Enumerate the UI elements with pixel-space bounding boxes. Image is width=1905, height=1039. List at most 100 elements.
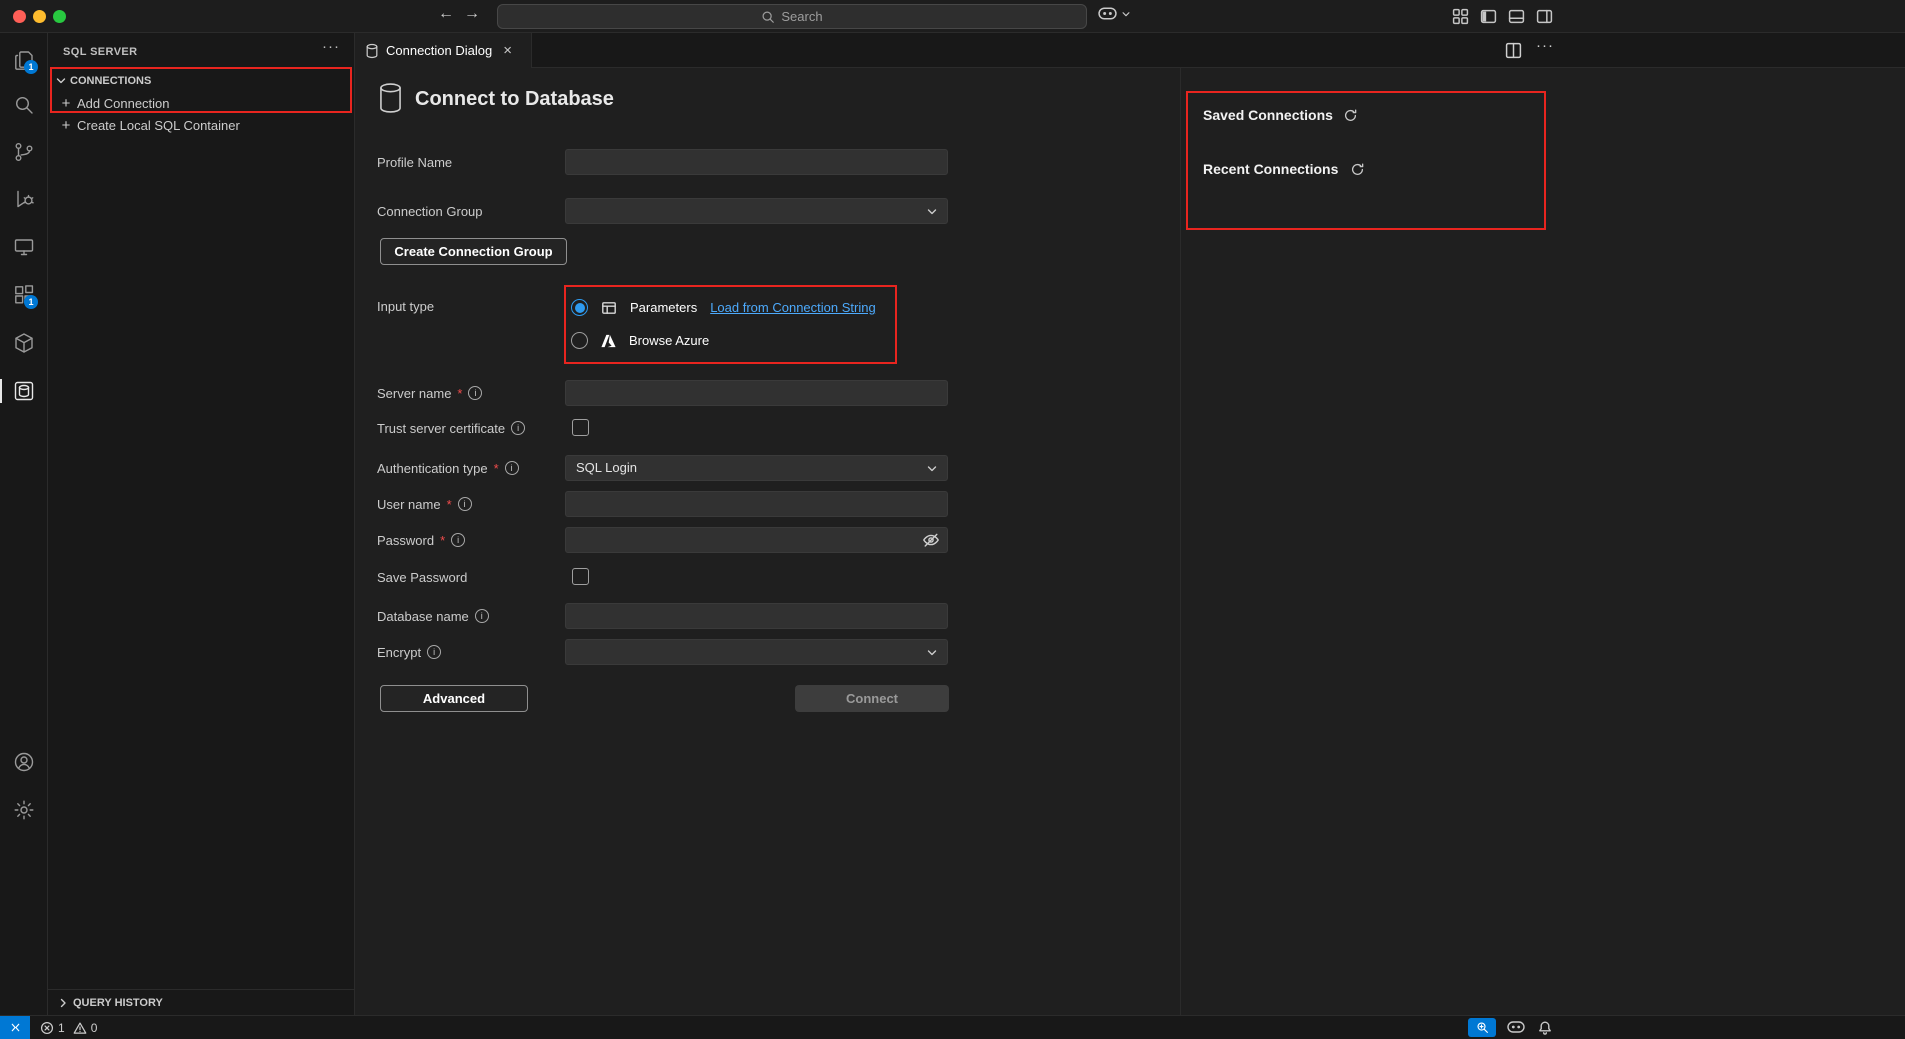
- load-from-connection-string-link[interactable]: Load from Connection String: [710, 300, 875, 315]
- error-icon: [40, 1021, 54, 1035]
- macos-minimize-button[interactable]: [33, 10, 46, 23]
- browse-azure-label: Browse Azure: [629, 333, 709, 348]
- editor-tab-bar: Connection Dialog × ···: [355, 33, 1905, 68]
- zoom-status-button[interactable]: [1468, 1018, 1496, 1037]
- add-connection-item[interactable]: + Add Connection: [48, 92, 354, 114]
- containers-icon[interactable]: [12, 331, 36, 355]
- chevron-down-icon: [926, 463, 938, 475]
- warning-icon: [73, 1021, 87, 1035]
- accounts-icon[interactable]: [12, 750, 36, 774]
- macos-zoom-button[interactable]: [53, 10, 66, 23]
- authentication-type-label: Authentication type* i: [377, 460, 519, 476]
- parameters-icon: [601, 300, 617, 316]
- password-input[interactable]: [565, 527, 948, 553]
- input-type-browse-azure-option[interactable]: Browse Azure: [571, 332, 709, 349]
- sql-server-sidebar: SQL SERVER ··· CONNECTIONS + Add Connect…: [48, 33, 355, 1015]
- split-editor-icon[interactable]: [1505, 42, 1522, 59]
- copilot-icon: [1098, 7, 1117, 20]
- server-name-input[interactable]: [565, 380, 948, 406]
- save-password-label: Save Password: [377, 569, 467, 585]
- advanced-button[interactable]: Advanced: [380, 685, 528, 712]
- run-debug-icon[interactable]: [12, 187, 36, 211]
- authentication-type-dropdown[interactable]: SQL Login: [565, 455, 948, 481]
- connection-group-dropdown[interactable]: [565, 198, 948, 224]
- info-icon[interactable]: i: [511, 421, 525, 435]
- toggle-panel-icon[interactable]: [1508, 8, 1525, 25]
- nav-back-button[interactable]: ←: [438, 5, 454, 23]
- refresh-recent-connections-icon[interactable]: [1350, 162, 1365, 177]
- profile-name-input[interactable]: [565, 149, 948, 175]
- info-icon[interactable]: i: [458, 497, 472, 511]
- problems-status-button[interactable]: 1 0: [40, 1016, 97, 1039]
- extensions-badge: 1: [24, 295, 38, 309]
- input-type-parameters-option[interactable]: Parameters Load from Connection String: [571, 299, 876, 316]
- copilot-menu-button[interactable]: [1098, 7, 1131, 20]
- source-control-icon[interactable]: [12, 140, 36, 164]
- save-password-checkbox[interactable]: [572, 568, 589, 585]
- sidebar-more-actions-button[interactable]: ···: [322, 38, 340, 55]
- database-tab-icon: [365, 43, 379, 59]
- profile-name-label: Profile Name: [377, 154, 452, 170]
- trust-server-certificate-label: Trust server certificate i: [377, 420, 525, 436]
- panel-divider: [1180, 68, 1181, 1015]
- settings-gear-icon[interactable]: [12, 798, 36, 822]
- command-center-search[interactable]: Search: [497, 4, 1087, 29]
- refresh-saved-connections-icon[interactable]: [1343, 108, 1358, 123]
- chevron-right-icon: [57, 997, 69, 1009]
- search-icon: [761, 10, 775, 24]
- sql-server-view-icon[interactable]: [12, 379, 36, 403]
- editor-more-actions-button[interactable]: ···: [1536, 37, 1554, 54]
- customize-layout-icon[interactable]: [1452, 8, 1469, 25]
- activity-bar: 1 1: [0, 33, 48, 1015]
- user-name-input[interactable]: [565, 491, 948, 517]
- query-history-section-header[interactable]: QUERY HISTORY: [48, 989, 354, 1015]
- connect-button[interactable]: Connect: [795, 685, 949, 712]
- info-icon[interactable]: i: [451, 533, 465, 547]
- parameters-label: Parameters: [630, 300, 697, 315]
- trust-server-certificate-checkbox[interactable]: [572, 419, 589, 436]
- active-view-indicator: [0, 379, 2, 403]
- tab-connection-dialog[interactable]: Connection Dialog ×: [355, 33, 532, 68]
- create-local-sql-container-item[interactable]: + Create Local SQL Container: [48, 114, 354, 136]
- database-name-input[interactable]: [565, 603, 948, 629]
- tab-label: Connection Dialog: [386, 43, 492, 58]
- azure-icon: [600, 333, 617, 349]
- tab-close-icon[interactable]: ×: [503, 42, 512, 59]
- plus-icon: +: [59, 95, 73, 112]
- warning-count: 0: [91, 1021, 98, 1035]
- dialog-title: Connect to Database: [415, 88, 614, 111]
- connections-section-header[interactable]: CONNECTIONS: [48, 70, 354, 92]
- database-name-label: Database name i: [377, 608, 489, 624]
- add-connection-label: Add Connection: [77, 96, 170, 111]
- connections-section-label: CONNECTIONS: [70, 75, 151, 87]
- info-icon[interactable]: i: [468, 386, 482, 400]
- info-icon[interactable]: i: [475, 609, 489, 623]
- toggle-password-visibility-icon[interactable]: [922, 531, 940, 549]
- create-connection-group-button[interactable]: Create Connection Group: [380, 238, 567, 265]
- connection-dialog-webview: Connect to Database Profile Name Connect…: [355, 68, 1905, 1015]
- info-icon[interactable]: i: [505, 461, 519, 475]
- create-local-sql-container-label: Create Local SQL Container: [77, 118, 240, 133]
- toggle-secondary-sidebar-icon[interactable]: [1536, 8, 1553, 25]
- chevron-down-icon: [1121, 9, 1131, 19]
- remote-explorer-icon[interactable]: [12, 235, 36, 259]
- remote-indicator-button[interactable]: [0, 1016, 30, 1039]
- browse-azure-radio[interactable]: [571, 332, 588, 349]
- parameters-radio[interactable]: [571, 299, 588, 316]
- plus-icon: +: [59, 117, 73, 134]
- encrypt-dropdown[interactable]: [565, 639, 948, 665]
- connection-group-label: Connection Group: [377, 203, 483, 219]
- sidebar-title: SQL SERVER: [63, 46, 138, 58]
- copilot-status-icon[interactable]: [1507, 1021, 1525, 1033]
- toggle-primary-sidebar-icon[interactable]: [1480, 8, 1497, 25]
- macos-close-button[interactable]: [13, 10, 26, 23]
- error-count: 1: [58, 1021, 65, 1035]
- explorer-badge: 1: [24, 60, 38, 74]
- status-bar: 1 0: [0, 1015, 1905, 1039]
- recent-connections-title: Recent Connections: [1203, 161, 1338, 177]
- search-view-icon[interactable]: [12, 93, 36, 117]
- info-icon[interactable]: i: [427, 645, 441, 659]
- nav-forward-button[interactable]: →: [464, 5, 480, 23]
- notifications-bell-icon[interactable]: [1537, 1020, 1553, 1036]
- query-history-label: QUERY HISTORY: [73, 997, 163, 1009]
